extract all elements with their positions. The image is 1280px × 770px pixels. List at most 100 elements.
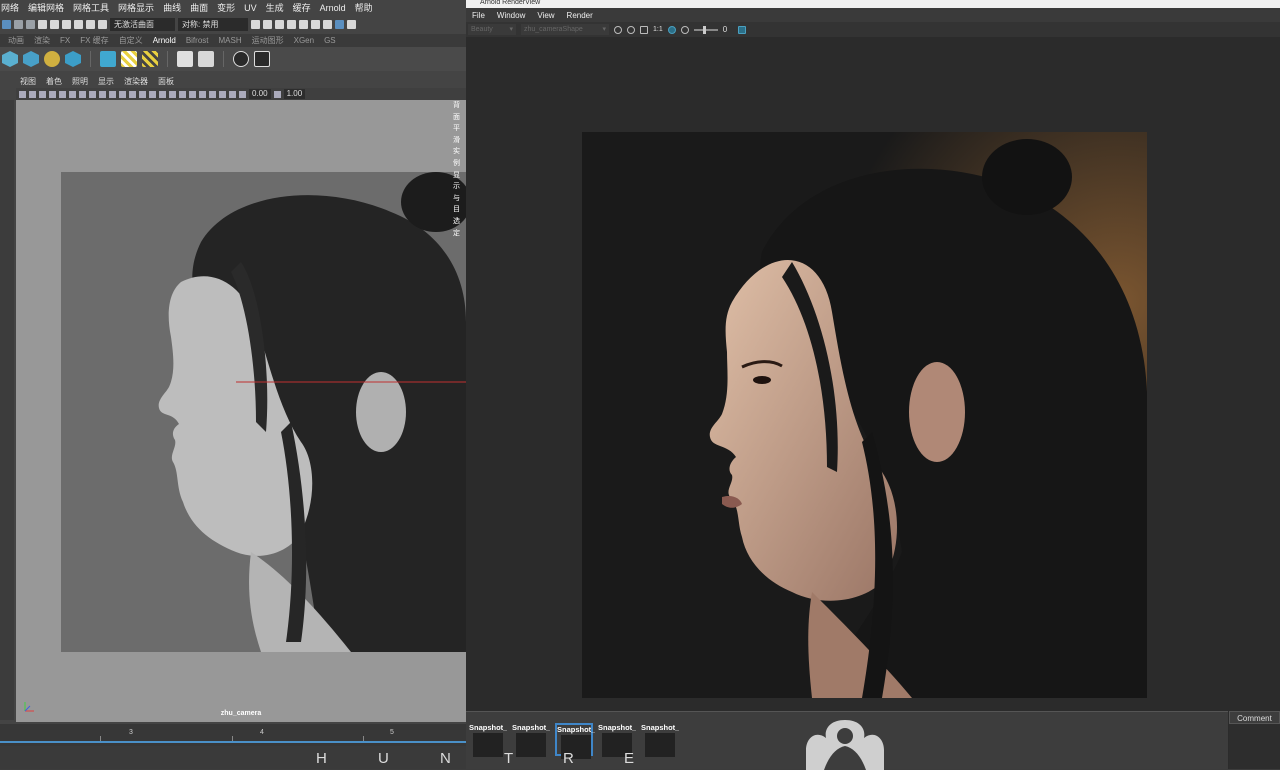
view-icon[interactable] bbox=[233, 51, 249, 67]
snap-grid-icon[interactable] bbox=[38, 20, 47, 29]
time-slider[interactable]: 3 4 5 bbox=[0, 724, 466, 746]
camera-attributes-icon[interactable] bbox=[29, 90, 36, 98]
shelf-tab-bifrost[interactable]: Bifrost bbox=[186, 36, 209, 45]
area-light-shelf-icon[interactable] bbox=[23, 51, 39, 67]
gamma-icon[interactable] bbox=[273, 90, 281, 98]
shelf-tab-xgen[interactable]: XGen bbox=[294, 36, 314, 45]
snap-point-icon[interactable] bbox=[62, 20, 71, 29]
history-icon[interactable] bbox=[251, 20, 260, 29]
render-frame-icon[interactable] bbox=[263, 20, 272, 29]
crop-region-icon[interactable] bbox=[667, 25, 676, 34]
shelf-tab-fx-caching[interactable]: FX 缓存 bbox=[80, 35, 108, 46]
menu-item-cache[interactable]: 缓存 bbox=[293, 1, 311, 14]
panel-menu-shading[interactable]: 着色 bbox=[46, 76, 62, 87]
snapshot-item[interactable]: Snapshot_1 bbox=[512, 723, 550, 757]
menu-item-uv[interactable]: UV bbox=[244, 3, 257, 13]
panel-menu-lighting[interactable]: 照明 bbox=[72, 76, 88, 87]
menu-item-mesh-display[interactable]: 网格显示 bbox=[118, 1, 154, 14]
live-surface-field[interactable]: 无激活曲面 bbox=[110, 18, 175, 31]
snap-surface-icon[interactable] bbox=[86, 20, 95, 29]
aov-dropdown[interactable]: Beauty ▾ bbox=[468, 24, 516, 35]
shelf-tab-custom[interactable]: 自定义 bbox=[119, 35, 143, 46]
menu-item-mesh[interactable]: 网络 bbox=[1, 1, 19, 14]
xray-icon[interactable] bbox=[209, 90, 216, 98]
motion-blur-icon[interactable] bbox=[179, 90, 186, 98]
menu-item-arnold[interactable]: Arnold bbox=[320, 3, 346, 13]
lasso-tool-icon[interactable] bbox=[14, 20, 23, 29]
range-slider[interactable] bbox=[0, 746, 466, 769]
camera-dropdown[interactable]: zhu_cameraShape ▾ bbox=[521, 24, 609, 35]
volume-shelf-icon[interactable] bbox=[121, 51, 137, 67]
shelf-tab-animation[interactable]: 动画 bbox=[8, 35, 24, 46]
snapshot-item[interactable]: Snapshot_0 bbox=[469, 723, 507, 757]
panel-menu-renderer[interactable]: 渲染器 bbox=[124, 76, 148, 87]
camera-icon[interactable] bbox=[19, 90, 26, 98]
panel-menu-view[interactable]: 视图 bbox=[20, 76, 36, 87]
maya-viewport[interactable]: 背面 平滑 实例 显示 与目 选定 zhu_camera bbox=[16, 100, 466, 722]
render-toggle-icon[interactable] bbox=[614, 25, 622, 34]
mesh-light-shelf-icon[interactable] bbox=[65, 51, 81, 67]
snap-view-icon[interactable] bbox=[74, 20, 83, 29]
shelf-tab-motion-graphics[interactable]: 运动图形 bbox=[252, 35, 284, 46]
shadows-icon[interactable] bbox=[159, 90, 166, 98]
shelf-tab-gs[interactable]: GS bbox=[324, 36, 336, 45]
textured-icon[interactable] bbox=[139, 90, 146, 98]
menu-item-generate[interactable]: 生成 bbox=[266, 1, 284, 14]
pause-icon[interactable] bbox=[347, 20, 356, 29]
comment-button[interactable]: Comment bbox=[1229, 711, 1280, 724]
shelf-tab-mash[interactable]: MASH bbox=[218, 36, 241, 45]
light-editor-icon[interactable] bbox=[323, 20, 332, 29]
shelf-tab-arnold[interactable]: Arnold bbox=[153, 36, 176, 45]
skydome-light-shelf-icon[interactable] bbox=[44, 51, 60, 67]
select-tool-icon[interactable] bbox=[2, 20, 11, 29]
backface-icon[interactable] bbox=[229, 90, 236, 98]
exposure-field[interactable]: 0.00 bbox=[249, 89, 271, 99]
hypershade-icon[interactable] bbox=[299, 20, 308, 29]
menu-window[interactable]: Window bbox=[497, 11, 525, 20]
menu-item-curves[interactable]: 曲线 bbox=[163, 1, 181, 14]
ambient-occlusion-icon[interactable] bbox=[169, 90, 176, 98]
menu-item-surfaces[interactable]: 曲面 bbox=[190, 1, 208, 14]
arnold-render-icon[interactable] bbox=[335, 20, 344, 29]
isolate-select-icon[interactable] bbox=[199, 90, 206, 98]
xray-joints-icon[interactable] bbox=[219, 90, 226, 98]
grid-icon[interactable] bbox=[59, 90, 66, 98]
render-setup-icon[interactable] bbox=[311, 20, 320, 29]
menu-item-edit-mesh[interactable]: 编辑网格 bbox=[28, 1, 64, 14]
menu-file[interactable]: File bbox=[472, 11, 485, 20]
menu-view[interactable]: View bbox=[537, 11, 554, 20]
display-settings-icon[interactable] bbox=[738, 25, 747, 34]
exposure-value[interactable]: 0 bbox=[723, 25, 727, 34]
film-gate-icon[interactable] bbox=[69, 90, 76, 98]
standin-shelf-icon[interactable] bbox=[100, 51, 116, 67]
rgb-channel-icon[interactable] bbox=[640, 25, 648, 34]
resolution-gate-icon[interactable] bbox=[79, 90, 86, 98]
license-shelf-icon[interactable] bbox=[198, 51, 214, 67]
wireframe-icon[interactable] bbox=[119, 90, 126, 98]
menu-item-mesh-tools[interactable]: 网格工具 bbox=[73, 1, 109, 14]
menu-item-help[interactable]: 帮助 bbox=[355, 1, 373, 14]
flush-cache-shelf-icon[interactable] bbox=[142, 51, 158, 67]
comment-area[interactable] bbox=[1229, 724, 1280, 769]
zoom-out-icon[interactable] bbox=[627, 25, 635, 34]
menu-item-deform[interactable]: 变形 bbox=[217, 1, 235, 14]
ipr-icon[interactable] bbox=[275, 20, 284, 29]
paint-select-icon[interactable] bbox=[26, 20, 35, 29]
ratio-button[interactable]: 1:1 bbox=[653, 26, 663, 33]
snapshot-item[interactable]: Snapshot_4 bbox=[641, 723, 679, 757]
antialiasing-icon[interactable] bbox=[189, 90, 196, 98]
render-settings-icon[interactable] bbox=[287, 20, 296, 29]
image-plane-icon[interactable] bbox=[49, 90, 56, 98]
lights-icon[interactable] bbox=[149, 90, 156, 98]
panel-menu-show[interactable]: 显示 bbox=[98, 76, 114, 87]
arnold-render-shelf-icon[interactable] bbox=[2, 51, 18, 67]
safe-action-icon[interactable] bbox=[109, 90, 116, 98]
bookmark-icon[interactable] bbox=[39, 90, 46, 98]
gate-mask-icon[interactable] bbox=[89, 90, 96, 98]
exposure-slider[interactable] bbox=[693, 25, 718, 34]
shelf-tab-fx[interactable]: FX bbox=[60, 36, 70, 45]
play-icon[interactable] bbox=[254, 51, 270, 67]
field-chart-icon[interactable] bbox=[99, 90, 106, 98]
snap-vertex-icon[interactable] bbox=[98, 20, 107, 29]
gamma-field[interactable]: 1.00 bbox=[283, 89, 306, 99]
